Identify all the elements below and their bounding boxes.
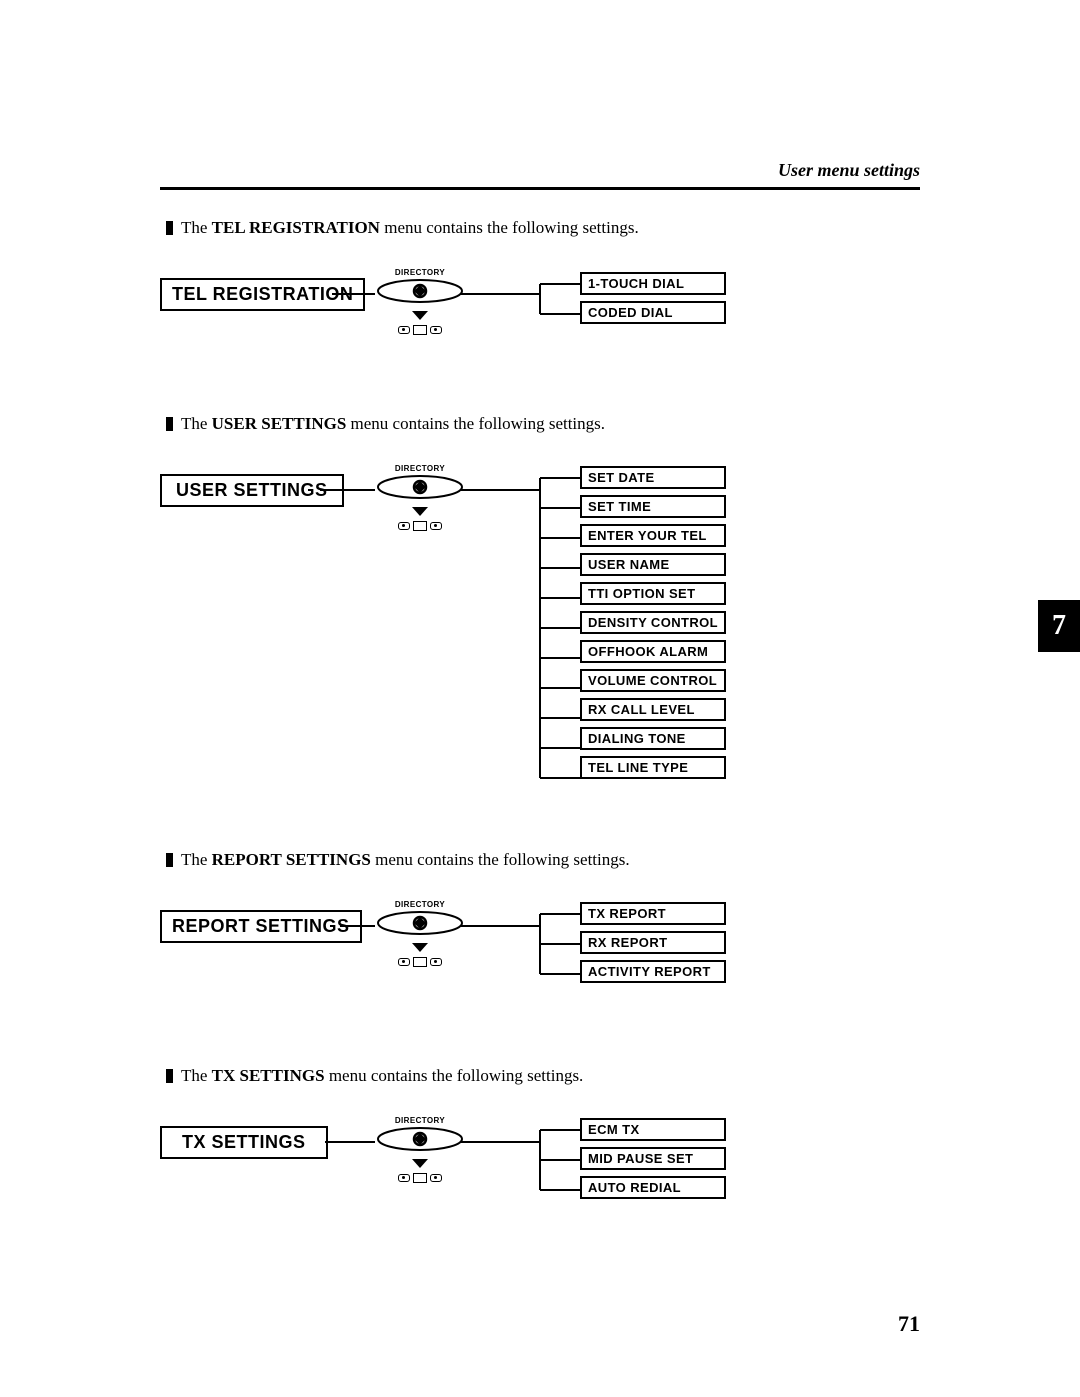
bullet-icon (166, 221, 173, 235)
option-box: MID PAUSE SET (580, 1147, 726, 1170)
bullet-icon (166, 1069, 173, 1083)
nav-eye-icon (375, 910, 465, 936)
tiny-oval-icon (430, 326, 442, 334)
nav-label: DIRECTORY (360, 1116, 480, 1125)
option-box: RX REPORT (580, 931, 726, 954)
section-intro: The REPORT SETTINGS menu contains the fo… (166, 850, 920, 870)
option-box: TX REPORT (580, 902, 726, 925)
nav-label: DIRECTORY (360, 464, 480, 473)
nav-block: DIRECTORY (360, 464, 480, 536)
tiny-oval-icon (430, 522, 442, 530)
option-box: TTI OPTION SET (580, 582, 726, 605)
nav-bottom-icons (360, 521, 480, 531)
option-box: VOLUME CONTROL (580, 669, 726, 692)
intro-text: menu contains the following settings. (371, 850, 630, 869)
intro-text: The (181, 218, 212, 237)
section-intro: The USER SETTINGS menu contains the foll… (166, 414, 920, 434)
intro-text: The (181, 1066, 212, 1085)
chevron-down-icon (412, 1159, 428, 1169)
chevron-down-icon (412, 311, 428, 321)
tiny-rect-icon (413, 325, 427, 335)
intro-bold: REPORT SETTINGS (212, 850, 371, 869)
option-box: ACTIVITY REPORT (580, 960, 726, 983)
intro-text: menu contains the following settings. (325, 1066, 584, 1085)
tiny-rect-icon (413, 521, 427, 531)
tiny-oval-icon (398, 1174, 410, 1182)
nav-block: DIRECTORY (360, 900, 480, 972)
bullet-icon (166, 853, 173, 867)
intro-bold: TX SETTINGS (212, 1066, 325, 1085)
tiny-rect-icon (413, 957, 427, 967)
nav-block: DIRECTORY (360, 1116, 480, 1188)
nav-bottom-icons (360, 1173, 480, 1183)
intro-text: menu contains the following settings. (380, 218, 639, 237)
tiny-oval-icon (430, 958, 442, 966)
option-box: USER NAME (580, 553, 726, 576)
option-box: SET DATE (580, 466, 726, 489)
intro-text: The (181, 414, 212, 433)
chevron-down-icon (412, 507, 428, 517)
tiny-oval-icon (430, 1174, 442, 1182)
option-box: DIALING TONE (580, 727, 726, 750)
chapter-tab: 7 (1038, 600, 1080, 652)
nav-bottom-icons (360, 957, 480, 967)
option-box: CODED DIAL (580, 301, 726, 324)
nav-label: DIRECTORY (360, 900, 480, 909)
page-number: 71 (898, 1311, 920, 1337)
chevron-down-icon (412, 943, 428, 953)
bullet-icon (166, 417, 173, 431)
option-box: RX CALL LEVEL (580, 698, 726, 721)
nav-eye-icon (375, 278, 465, 304)
tiny-rect-icon (413, 1173, 427, 1183)
option-box: ECM TX (580, 1118, 726, 1141)
option-box: SET TIME (580, 495, 726, 518)
intro-bold: USER SETTINGS (212, 414, 347, 433)
nav-label: DIRECTORY (360, 268, 480, 277)
intro-text: menu contains the following settings. (346, 414, 605, 433)
option-box: TEL LINE TYPE (580, 756, 726, 779)
tiny-oval-icon (398, 958, 410, 966)
page-header-title: User menu settings (160, 160, 920, 181)
nav-block: DIRECTORY (360, 268, 480, 340)
header-rule (160, 187, 920, 190)
nav-bottom-icons (360, 325, 480, 335)
option-box: OFFHOOK ALARM (580, 640, 726, 663)
nav-eye-icon (375, 474, 465, 500)
nav-eye-icon (375, 1126, 465, 1152)
tiny-oval-icon (398, 522, 410, 530)
tiny-oval-icon (398, 326, 410, 334)
intro-bold: TEL REGISTRATION (212, 218, 380, 237)
option-box: 1-TOUCH DIAL (580, 272, 726, 295)
section-intro: The TX SETTINGS menu contains the follow… (166, 1066, 920, 1086)
option-box: ENTER YOUR TEL (580, 524, 726, 547)
option-box: DENSITY CONTROL (580, 611, 726, 634)
option-box: AUTO REDIAL (580, 1176, 726, 1199)
section-intro: The TEL REGISTRATION menu contains the f… (166, 218, 920, 238)
intro-text: The (181, 850, 212, 869)
